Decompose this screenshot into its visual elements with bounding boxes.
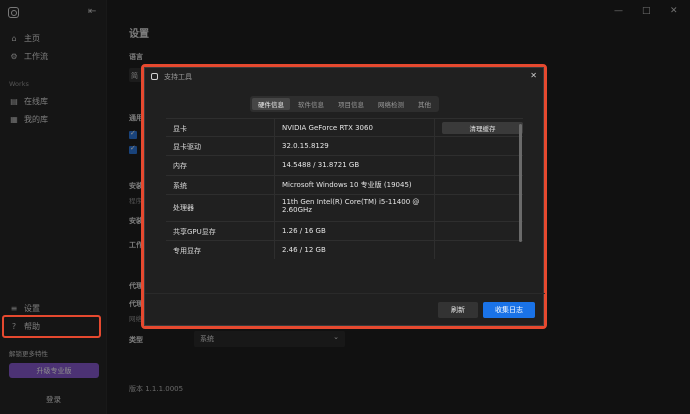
- row-key: 系统: [173, 181, 187, 190]
- tab-project-info[interactable]: 项目信息: [332, 98, 370, 110]
- row-key: 内存: [173, 162, 187, 171]
- tab-software-info[interactable]: 软件信息: [292, 98, 330, 110]
- close-icon[interactable]: ✕: [530, 71, 537, 80]
- row-value: 11th Gen Intel(R) Core(TM) i5-11400 @ 2.…: [282, 197, 420, 214]
- hardware-info-table: 显卡 NVIDIA GeForce RTX 3060 清理缓存 显卡驱动 32.…: [166, 118, 523, 259]
- table-row: 显卡驱动 32.0.15.8129: [166, 137, 523, 157]
- row-value: NVIDIA GeForce RTX 3060: [282, 124, 373, 132]
- scrollbar-thumb[interactable]: [519, 124, 522, 242]
- tab-other[interactable]: 其他: [412, 98, 437, 110]
- footer-divider: [145, 293, 545, 294]
- row-key: 显卡驱动: [173, 143, 201, 152]
- table-scrollbar[interactable]: [519, 124, 522, 259]
- row-value: 14.5488 / 31.8721 GB: [282, 161, 360, 170]
- row-value: 1.26 / 16 GB: [282, 226, 326, 235]
- table-row: 专用显存 2.46 / 12 GB: [166, 240, 523, 259]
- table-row: 系统 Microsoft Windows 10 专业版 (19045): [166, 175, 523, 195]
- row-key: 专用显存: [173, 246, 201, 255]
- tab-network-check[interactable]: 网络检测: [372, 98, 410, 110]
- row-key: 共享GPU显存: [173, 227, 216, 236]
- row-value: 2.46 / 12 GB: [282, 245, 326, 254]
- row-key: 处理器: [173, 203, 194, 212]
- table-row: 内存 14.5488 / 31.8721 GB: [166, 156, 523, 176]
- collect-logs-button[interactable]: 收集日志: [483, 302, 535, 318]
- app-logo-icon: [151, 73, 158, 80]
- row-value: 32.0.15.8129: [282, 142, 329, 151]
- table-row: 共享GPU显存 1.26 / 16 GB: [166, 221, 523, 241]
- tab-hardware-info[interactable]: 硬件信息: [252, 98, 290, 110]
- table-row: 显卡 NVIDIA GeForce RTX 3060 清理缓存: [166, 118, 523, 138]
- dialog-title: 支持工具: [164, 73, 192, 81]
- row-key: 显卡: [173, 125, 187, 133]
- row-value: Microsoft Windows 10 专业版 (19045): [282, 180, 412, 189]
- clear-cache-button[interactable]: 清理缓存: [442, 122, 523, 134]
- dialog-tabs: 硬件信息 软件信息 项目信息 网络检测 其他: [250, 96, 439, 112]
- refresh-button[interactable]: 刷新: [438, 302, 478, 318]
- help-highlight-box: [2, 315, 101, 338]
- support-tools-dialog: 支持工具 ✕ 硬件信息 软件信息 项目信息 网络检测 其他 显卡 NVIDIA …: [144, 67, 545, 326]
- table-row: 处理器 11th Gen Intel(R) Core(TM) i5-11400 …: [166, 194, 523, 222]
